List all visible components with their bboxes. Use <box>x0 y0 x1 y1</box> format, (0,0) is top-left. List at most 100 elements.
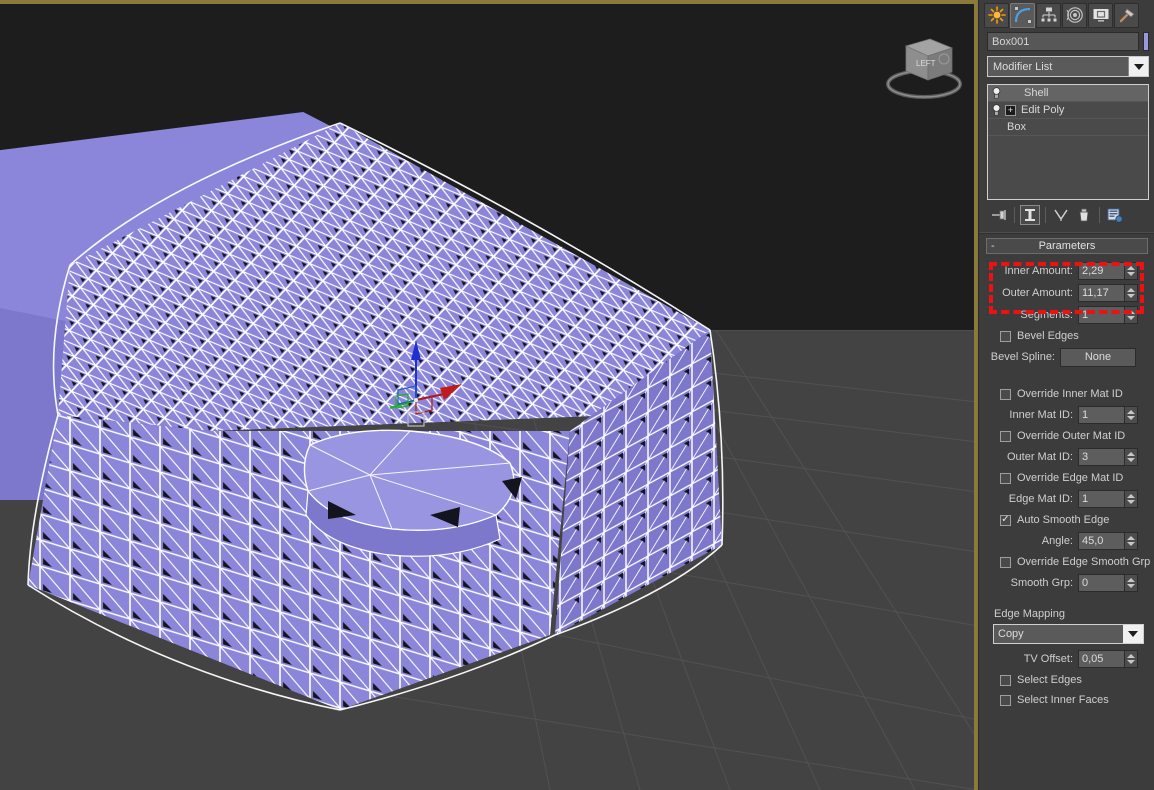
inner-mat-id-spinner[interactable] <box>1078 405 1138 424</box>
viewcube-face-label: LEFT <box>916 59 936 68</box>
perforated-box-object[interactable] <box>10 115 730 725</box>
edge-mat-id-spinner-arrows[interactable] <box>1125 489 1138 508</box>
rollout-collapse-toggle[interactable]: - <box>991 240 995 252</box>
show-end-result-icon <box>1025 209 1035 221</box>
toolbar-separator <box>1014 207 1015 223</box>
checkbox-icon[interactable] <box>1000 556 1011 568</box>
outer-amount-spinner-arrows[interactable] <box>1125 283 1138 302</box>
modifier-list-dropdown[interactable]: Modifier List <box>987 56 1149 77</box>
outer-mat-id-spinner-arrows[interactable] <box>1125 447 1138 466</box>
modifier-list-row: Modifier List <box>979 53 1154 80</box>
stack-item-edit-poly[interactable]: + Edit Poly <box>988 102 1148 119</box>
viewport-active-border-top <box>0 0 978 4</box>
stack-item-box[interactable]: Box <box>988 119 1148 136</box>
modifier-stack-toolbar <box>987 204 1149 226</box>
smooth-grp-label: Smooth Grp: <box>1010 576 1073 589</box>
utilities-tab[interactable] <box>1114 2 1139 28</box>
segments-input[interactable] <box>1078 305 1125 324</box>
bevel-spline-label: Bevel Spline: <box>990 351 1055 363</box>
inner-mat-id-spinner-arrows[interactable] <box>1125 405 1138 424</box>
checkbox-icon[interactable] <box>1000 430 1011 442</box>
transform-gizmo[interactable] <box>378 338 478 433</box>
segments-label: Segments: <box>1020 308 1073 321</box>
object-name-row <box>979 28 1154 53</box>
lightbulb-icon[interactable] <box>988 87 1005 99</box>
segments-spinner[interactable] <box>1078 305 1138 324</box>
checkbox-icon[interactable] <box>1000 388 1011 400</box>
application-window: LEFT Box001 Modifier List Shell + Edit P… <box>0 0 1154 790</box>
segments-spinner-arrows[interactable] <box>1125 305 1138 324</box>
toolbar-separator <box>1099 207 1100 223</box>
show-end-result-button[interactable] <box>1020 205 1040 225</box>
select-edges-label: Select Edges <box>1017 674 1082 686</box>
display-tab[interactable] <box>1088 2 1113 28</box>
outer-mat-id-spinner[interactable] <box>1078 447 1138 466</box>
edge-mat-id-label: Edge Mat ID: <box>1008 492 1073 505</box>
inner-amount-input[interactable] <box>1078 261 1125 280</box>
hierarchy-tab[interactable] <box>1036 2 1061 28</box>
bevel-spline-row: Bevel Spline: None <box>986 346 1148 368</box>
select-edges-checkbox[interactable]: Select Edges <box>986 670 1148 690</box>
outer-amount-input[interactable] <box>1078 283 1125 302</box>
inner-mat-id-label: Inner Mat ID: <box>1009 408 1073 421</box>
star-icon <box>987 6 1006 24</box>
override-edge-mat-id-checkbox[interactable]: Override Edge Mat ID <box>986 468 1148 488</box>
checkbox-icon[interactable] <box>1000 330 1011 342</box>
perspective-viewport[interactable]: LEFT <box>0 0 978 790</box>
checkbox-icon[interactable] <box>1000 674 1011 686</box>
curve-icon <box>1013 6 1032 24</box>
configure-modifier-sets-button[interactable] <box>1105 205 1125 225</box>
override-inner-mat-id-checkbox[interactable]: Override Inner Mat ID <box>986 384 1148 404</box>
select-inner-faces-checkbox[interactable]: Select Inner Faces <box>986 690 1148 710</box>
motion-tab[interactable] <box>1062 2 1087 28</box>
tv-offset-label: TV Offset: <box>1023 652 1073 665</box>
inner-mat-id-input[interactable] <box>1078 405 1125 424</box>
checkbox-icon[interactable] <box>1000 514 1011 526</box>
chevron-down-icon[interactable] <box>1123 625 1143 643</box>
bevel-spline-button[interactable]: None <box>1060 347 1136 367</box>
outer-amount-spinner[interactable] <box>1078 283 1138 302</box>
pin-stack-button[interactable] <box>989 205 1009 225</box>
bevel-edges-checkbox[interactable]: Bevel Edges <box>986 326 1148 346</box>
make-unique-button[interactable] <box>1051 205 1071 225</box>
smooth-grp-input[interactable] <box>1078 573 1125 592</box>
checkbox-icon[interactable] <box>1000 472 1011 484</box>
angle-input[interactable] <box>1078 531 1125 550</box>
expand-subobject-icon[interactable]: + <box>1005 104 1016 116</box>
chevron-down-icon[interactable] <box>1128 57 1148 76</box>
lightbulb-icon[interactable] <box>988 104 1005 116</box>
inner-amount-spinner[interactable] <box>1078 261 1138 280</box>
stack-item-shell[interactable]: Shell <box>988 85 1148 102</box>
override-edge-smooth-grp-checkbox[interactable]: Override Edge Smooth Grp <box>986 552 1150 572</box>
angle-spinner-arrows[interactable] <box>1125 531 1138 550</box>
override-outer-mat-id-checkbox[interactable]: Override Outer Mat ID <box>986 426 1148 446</box>
edge-mapping-dropdown[interactable]: Copy <box>993 624 1144 644</box>
smooth-grp-spinner[interactable] <box>1078 573 1138 592</box>
inner-amount-row: Inner Amount: <box>986 260 1148 281</box>
modify-tab[interactable] <box>1010 2 1035 28</box>
tv-offset-spinner[interactable] <box>1078 649 1138 668</box>
tv-offset-input[interactable] <box>1078 649 1125 668</box>
parameters-rollout-header[interactable]: - Parameters <box>986 238 1148 254</box>
segments-row: Segments: <box>986 304 1148 325</box>
checkbox-icon[interactable] <box>1000 694 1011 706</box>
tv-offset-spinner-arrows[interactable] <box>1125 649 1138 668</box>
create-tab[interactable] <box>984 2 1009 28</box>
viewcube[interactable]: LEFT <box>878 26 970 108</box>
angle-spinner[interactable] <box>1078 531 1138 550</box>
modifier-stack[interactable]: Shell + Edit Poly Box <box>987 84 1149 200</box>
override-edge-mat-id-label: Override Edge Mat ID <box>1017 472 1124 484</box>
edge-mapping-value: Copy <box>998 628 1024 640</box>
edge-mat-id-spinner[interactable] <box>1078 489 1138 508</box>
outer-mat-id-row: Outer Mat ID: <box>986 446 1148 467</box>
smooth-grp-spinner-arrows[interactable] <box>1125 573 1138 592</box>
stack-item-label: Shell <box>1024 87 1049 99</box>
outer-mat-id-input[interactable] <box>1078 447 1125 466</box>
object-name-input[interactable] <box>987 32 1139 51</box>
object-color-swatch[interactable] <box>1143 32 1149 51</box>
inner-amount-spinner-arrows[interactable] <box>1125 261 1138 280</box>
edge-mat-id-input[interactable] <box>1078 489 1125 508</box>
remove-modifier-button[interactable] <box>1074 205 1094 225</box>
smooth-grp-row: Smooth Grp: <box>986 572 1148 593</box>
auto-smooth-edge-checkbox[interactable]: Auto Smooth Edge <box>986 510 1148 530</box>
